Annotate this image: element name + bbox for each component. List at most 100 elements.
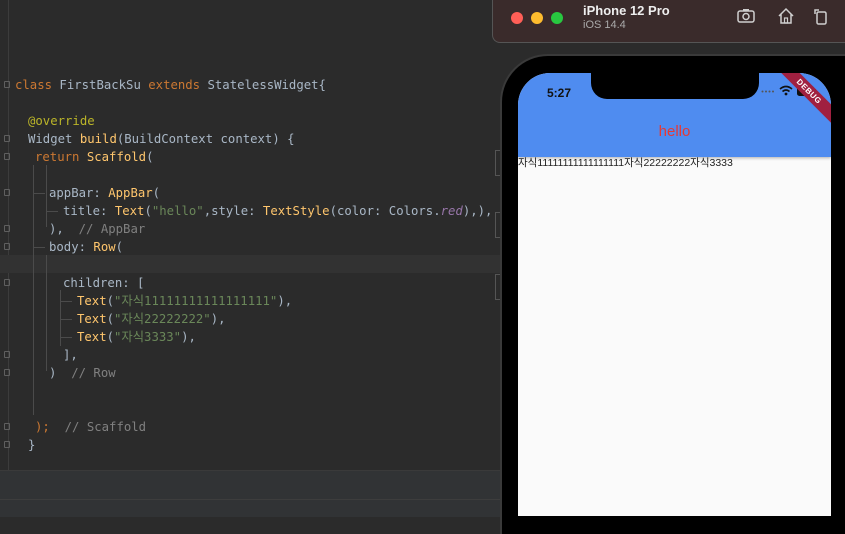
row-text-2: 자식22222222	[624, 157, 691, 169]
code-token: (color: Colors.	[329, 204, 441, 218]
code-token: Text	[77, 294, 107, 308]
code-token: ),	[210, 312, 226, 326]
code-token: "자식22222222"	[114, 312, 211, 326]
current-line-highlight	[0, 255, 500, 273]
fold-marker[interactable]	[4, 135, 10, 142]
code-token: Text	[77, 330, 107, 344]
minimize-window-button[interactable]	[531, 12, 543, 24]
code-line[interactable]: title: Text("hello",style: TextStyle(col…	[63, 202, 492, 220]
fold-marker[interactable]	[4, 81, 10, 88]
indent-guide	[60, 319, 72, 320]
fold-marker[interactable]	[4, 153, 10, 160]
code-token: // Scaffold	[64, 420, 147, 434]
screenshot-icon[interactable]	[736, 6, 756, 26]
code-token: red	[440, 204, 463, 218]
code-token: }	[28, 438, 36, 452]
code-editor[interactable]: class FirstBackSu extends StatelessWidge…	[0, 0, 500, 517]
code-token: Text	[114, 204, 145, 218]
code-line[interactable]: ],	[63, 346, 78, 364]
fold-marker[interactable]	[4, 351, 10, 358]
fold-marker[interactable]	[4, 189, 10, 196]
debug-banner: DEBUG	[776, 73, 831, 125]
code-token: appBar:	[49, 186, 109, 200]
gutter-line	[8, 0, 9, 470]
rotate-icon[interactable]	[811, 6, 831, 26]
row-content: 자식11111111111111111자식22222222자식3333	[518, 156, 733, 170]
appbar-title: hello	[658, 123, 691, 140]
code-token: (	[115, 240, 124, 254]
home-icon[interactable]	[776, 6, 796, 26]
row-text-3: 자식3333	[690, 157, 733, 169]
code-token: ],	[63, 348, 78, 362]
code-token: title:	[63, 204, 115, 218]
code-token: ),	[277, 294, 293, 308]
code-token: Row	[93, 240, 116, 254]
code-token: )	[49, 366, 72, 380]
fold-marker[interactable]	[4, 279, 10, 286]
code-token: AppBar	[108, 186, 153, 200]
device-name: iPhone 12 Pro	[583, 3, 670, 18]
close-window-button[interactable]	[511, 12, 523, 24]
code-token: Text	[77, 312, 107, 326]
code-token: (	[144, 204, 152, 218]
code-token: (	[106, 312, 115, 326]
code-line[interactable]: Text("자식11111111111111111"),	[77, 292, 292, 310]
simulator-titlebar[interactable]: iPhone 12 Pro iOS 14.4	[492, 0, 845, 43]
code-line[interactable]: }	[28, 436, 35, 454]
code-token: (	[146, 150, 154, 164]
device-notch	[591, 73, 759, 99]
code-token: extends	[148, 78, 208, 92]
code-token: (	[152, 186, 161, 200]
code-line[interactable]: Text("자식3333"),	[77, 328, 196, 346]
device-screen[interactable]: 5:27 hello DEBUG 자식11111111111111111자식22…	[518, 73, 831, 516]
indent-guide	[60, 337, 72, 338]
fold-marker[interactable]	[4, 369, 10, 376]
os-version: iOS 14.4	[583, 19, 626, 31]
indent-guide	[46, 255, 47, 371]
code-token: );	[35, 420, 65, 434]
code-line[interactable]: ); // Scaffold	[35, 418, 146, 436]
code-token: return	[35, 150, 87, 164]
zoom-window-button[interactable]	[551, 12, 563, 24]
code-token: ),	[49, 222, 79, 236]
code-token: StatelessWidget{	[207, 78, 326, 92]
code-token: build	[79, 132, 117, 146]
code-line[interactable]: ), // AppBar	[49, 220, 145, 238]
code-token: (	[106, 294, 115, 308]
code-token: "hello"	[151, 204, 204, 218]
code-token: @override	[28, 114, 95, 128]
code-line[interactable]: Text("자식22222222"),	[77, 310, 226, 328]
code-token: Widget	[28, 132, 80, 146]
code-line[interactable]: Widget build(BuildContext context) {	[28, 130, 295, 148]
code-line[interactable]: @override	[28, 112, 95, 130]
indent-guide	[33, 193, 45, 194]
code-token: (BuildContext context) {	[116, 132, 295, 146]
fold-marker[interactable]	[4, 243, 10, 250]
indent-guide	[33, 247, 45, 248]
divider	[0, 499, 500, 500]
code-token: ,style:	[203, 204, 263, 218]
fold-marker[interactable]	[4, 441, 10, 448]
code-token: ),),	[462, 204, 493, 218]
fold-marker[interactable]	[4, 225, 10, 232]
indent-guide	[46, 165, 47, 227]
code-token: ),	[181, 330, 196, 344]
editor-bottom-panel	[0, 470, 500, 517]
code-token: "자식11111111111111111"	[114, 294, 278, 308]
code-line[interactable]: children: [	[63, 274, 144, 292]
code-line[interactable]: class FirstBackSu extends StatelessWidge…	[15, 76, 326, 94]
app-bar: 5:27 hello DEBUG	[518, 73, 831, 157]
code-token: class	[15, 78, 60, 92]
code-line[interactable]: appBar: AppBar(	[49, 184, 160, 202]
code-token: // Row	[71, 366, 116, 380]
code-token: children: [	[63, 276, 145, 290]
code-token: "자식3333"	[114, 330, 182, 344]
code-token: TextStyle	[262, 204, 330, 218]
row-text-1: 자식11111111111111111	[518, 157, 625, 169]
code-token: // AppBar	[78, 222, 146, 236]
code-line[interactable]: ) // Row	[49, 364, 116, 382]
fold-marker[interactable]	[4, 423, 10, 430]
code-token: body:	[49, 240, 94, 254]
code-line[interactable]: return Scaffold(	[35, 148, 153, 166]
code-line[interactable]: body: Row(	[49, 238, 123, 256]
